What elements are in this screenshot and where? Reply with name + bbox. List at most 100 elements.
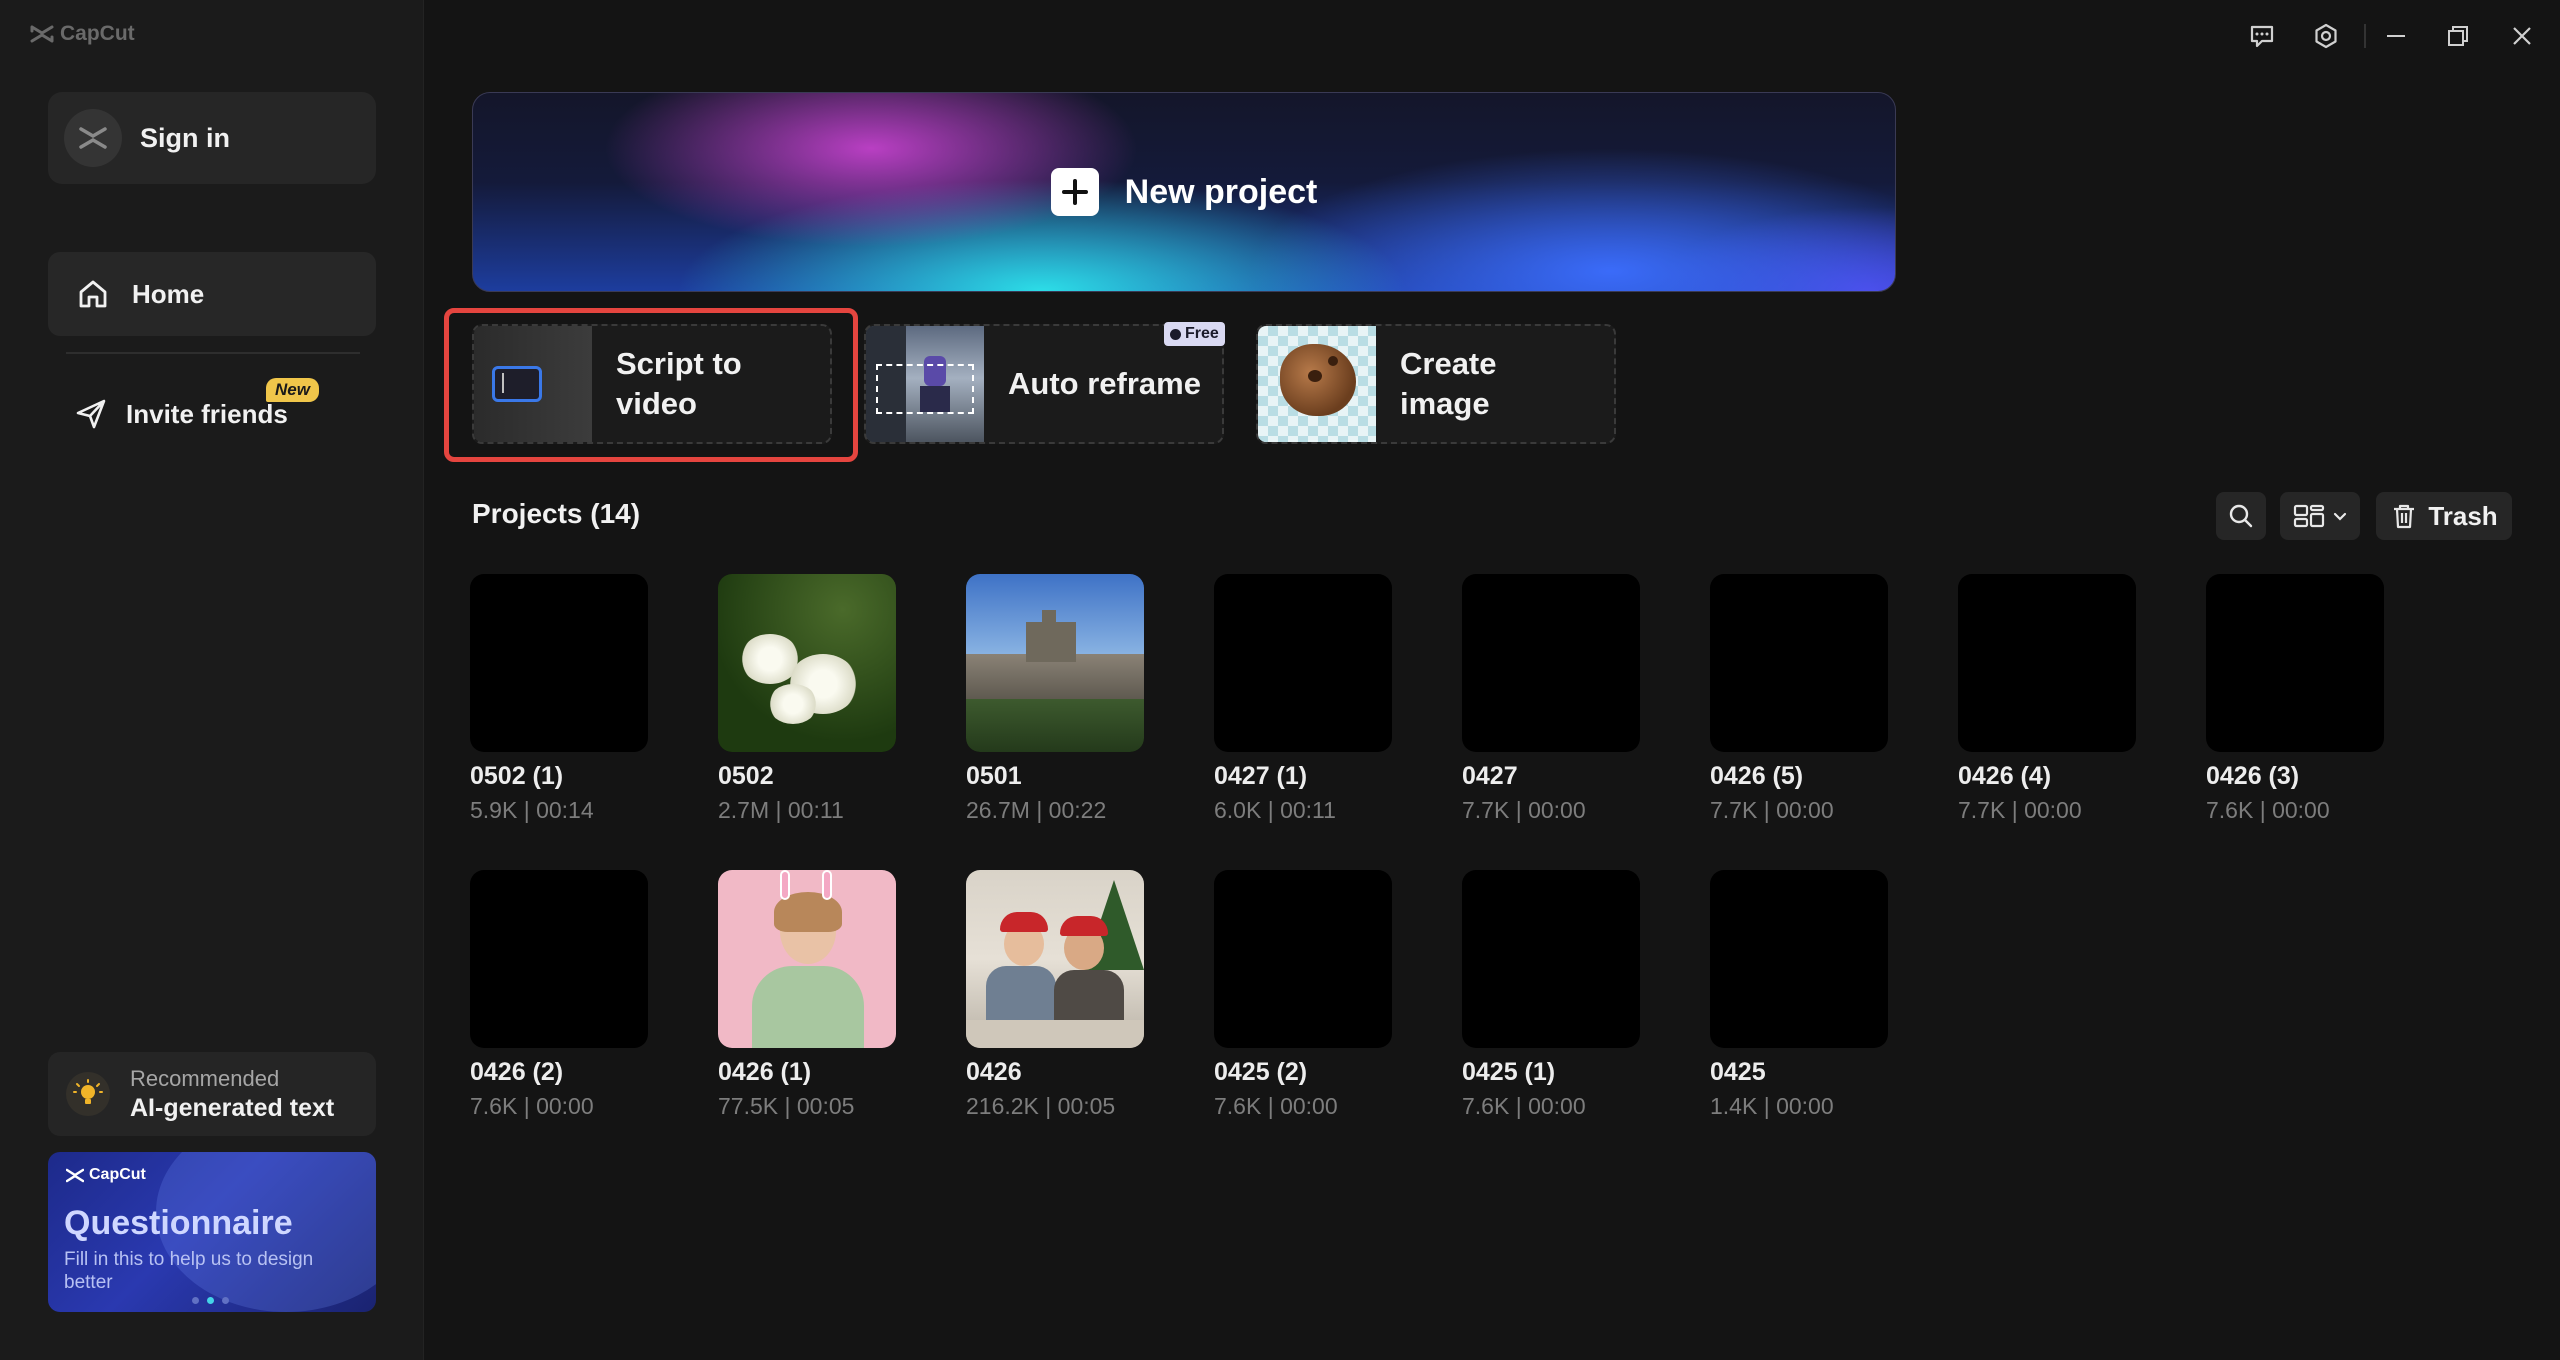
minimize-icon [2387, 35, 2405, 37]
questionnaire-title: Questionnaire [64, 1204, 293, 1242]
divider [2364, 24, 2366, 48]
project-meta: 2.7M | 00:11 [718, 797, 844, 823]
project-card[interactable]: 0426 (1) 77.5K | 00:05 [718, 870, 918, 1120]
restore-icon [2448, 26, 2468, 46]
minimize-button[interactable] [2378, 18, 2414, 54]
project-name: 0502 (1) [470, 762, 564, 790]
new-project-button[interactable]: New project [472, 92, 1896, 292]
plus-icon [1050, 168, 1099, 216]
sidebar-item-label: Home [132, 278, 205, 309]
project-card[interactable]: 0426 (3) 7.6K | 00:00 [2206, 574, 2406, 824]
project-meta: 7.7K | 00:00 [1462, 797, 1586, 823]
text-box-icon [492, 366, 542, 402]
project-name: 0426 [966, 1058, 1022, 1086]
capcut-logo-icon [66, 1168, 84, 1182]
project-thumbnail [1214, 870, 1392, 1048]
chevron-down-icon [2333, 512, 2347, 521]
gear-icon [2315, 23, 2337, 49]
feedback-icon [2250, 25, 2274, 48]
project-card[interactable]: 0426 (5) 7.7K | 00:00 [1710, 574, 1910, 824]
project-meta: 7.6K | 00:00 [1214, 1093, 1338, 1119]
capcut-logo-icon [30, 25, 54, 43]
green-sweater [752, 966, 864, 1048]
project-name: 0426 (5) [1710, 762, 1804, 790]
recommended-ai-text[interactable]: Recommended AI-generated text [48, 1052, 376, 1136]
carousel-dot[interactable] [192, 1297, 199, 1304]
project-name: 0427 [1462, 762, 1518, 790]
project-card[interactable]: 0502 (1) 5.9K | 00:14 [470, 574, 670, 824]
auto-reframe-thumbnail [866, 326, 984, 442]
home-icon [79, 280, 107, 308]
project-name: 0426 (1) [718, 1058, 812, 1086]
project-thumbnail [1958, 574, 2136, 752]
project-meta: 7.7K | 00:00 [1710, 797, 1834, 823]
project-thumbnail [2206, 574, 2384, 752]
send-icon [76, 399, 106, 429]
lightbulb-icon [66, 1072, 110, 1116]
script-to-video-thumbnail [474, 326, 592, 442]
trash-button[interactable]: Trash [2376, 492, 2512, 540]
project-meta: 7.6K | 00:00 [2206, 797, 2330, 823]
app-name: CapCut [60, 22, 135, 45]
project-name: 0425 [1710, 1058, 1766, 1086]
santa-hat [1000, 912, 1048, 932]
create-image-button[interactable]: Create image [1256, 324, 1616, 444]
project-thumbnail [1710, 870, 1888, 1048]
project-card[interactable]: 0426 216.2K | 00:05 [966, 870, 1166, 1120]
project-meta: 6.0K | 00:11 [1214, 797, 1336, 823]
project-card[interactable]: 0426 (4) 7.7K | 00:00 [1958, 574, 2158, 824]
sidebar: CapCut Sign in Home Invite friends New R… [0, 0, 424, 1360]
recommended-title: AI-generated text [130, 1093, 335, 1122]
close-icon [2513, 27, 2531, 45]
project-meta: 77.5K | 00:05 [718, 1093, 855, 1119]
project-card[interactable]: 0427 (1) 6.0K | 00:11 [1214, 574, 1414, 824]
project-card[interactable]: 0501 26.7M | 00:22 [966, 574, 1166, 824]
script-to-video-button[interactable]: Script to video [472, 324, 832, 444]
project-card[interactable]: 0426 (2) 7.6K | 00:00 [470, 870, 670, 1120]
close-button[interactable] [2504, 18, 2540, 54]
sidebar-item-invite-friends[interactable]: Invite friends New [48, 372, 376, 456]
project-card[interactable]: 0502 2.7M | 00:11 [718, 574, 918, 824]
questionnaire-banner[interactable]: CapCut Questionnaire Fill in this to hel… [48, 1152, 376, 1312]
sidebar-item-home[interactable]: Home [48, 252, 376, 336]
grid-view-icon [2293, 504, 2325, 528]
project-card[interactable]: 0425 (1) 7.6K | 00:00 [1462, 870, 1662, 1120]
project-thumbnail [718, 870, 896, 1048]
carousel-dot[interactable] [222, 1297, 229, 1304]
restore-button[interactable] [2440, 18, 2476, 54]
project-meta: 7.7K | 00:00 [1958, 797, 2082, 823]
project-meta: 216.2K | 00:05 [966, 1093, 1116, 1119]
settings-button[interactable] [2308, 18, 2344, 54]
avatar [64, 109, 122, 167]
project-card[interactable]: 0427 7.7K | 00:00 [1462, 574, 1662, 824]
view-mode-dropdown[interactable] [2280, 492, 2360, 540]
project-name: 0501 [966, 762, 1022, 790]
project-meta: 1.4K | 00:00 [1710, 1093, 1834, 1119]
divider [66, 352, 360, 354]
new-badge: New [266, 378, 319, 402]
project-name: 0425 (2) [1214, 1058, 1308, 1086]
sidebar-item-label: Invite friends [126, 398, 288, 429]
feedback-button[interactable] [2244, 18, 2280, 54]
create-image-thumbnail [1258, 326, 1376, 442]
carousel-dots[interactable] [192, 1297, 229, 1304]
sign-in-button[interactable]: Sign in [48, 92, 376, 184]
project-name: 0426 (4) [1958, 762, 2052, 790]
questionnaire-subtitle: Fill in this to help us to design better [64, 1249, 314, 1293]
project-name: 0502 [718, 762, 774, 790]
carousel-dot-active[interactable] [207, 1297, 214, 1304]
project-meta: 5.9K | 00:14 [470, 797, 594, 823]
project-thumbnail [966, 870, 1144, 1048]
projects-title: Projects (14) [472, 498, 641, 529]
project-name: 0426 (2) [470, 1058, 564, 1086]
free-icon [1170, 328, 1181, 340]
project-meta: 26.7M | 00:22 [966, 797, 1107, 823]
project-name: 0427 (1) [1214, 762, 1308, 790]
search-button[interactable] [2216, 492, 2266, 540]
project-card[interactable]: 0425 1.4K | 00:00 [1710, 870, 1910, 1120]
script-to-video-label: Script to video [616, 346, 742, 421]
project-thumbnail [470, 870, 648, 1048]
recommended-label: Recommended [130, 1065, 280, 1091]
project-card[interactable]: 0425 (2) 7.6K | 00:00 [1214, 870, 1414, 1120]
project-thumbnail [1214, 574, 1392, 752]
